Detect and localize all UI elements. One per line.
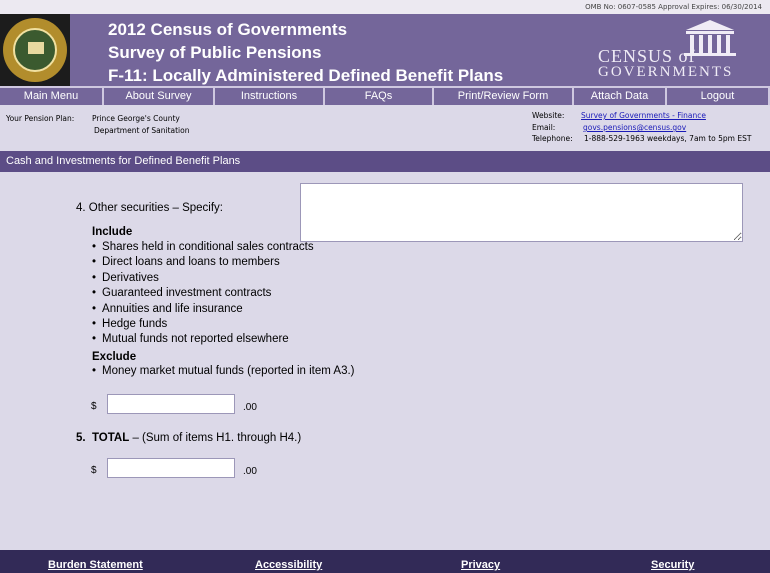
item-5-amount-input[interactable] [107, 458, 235, 478]
list-item: Annuities and life insurance [92, 302, 314, 317]
email-label: Email: [532, 123, 556, 132]
accessibility-link[interactable]: Accessibility [255, 559, 322, 571]
include-list: Shares held in conditional sales contrac… [92, 240, 314, 348]
email-link[interactable]: govs.pensions@census.gov [583, 123, 686, 132]
nav-logout[interactable]: Logout [667, 86, 770, 105]
nav-main-menu[interactable]: Main Menu [0, 86, 104, 105]
item-4-specify-input[interactable] [300, 183, 743, 242]
item-5-description: – (Sum of items H1. through H4.) [129, 432, 302, 444]
item-4-amount-input[interactable] [107, 394, 235, 414]
list-item: Direct loans and loans to members [92, 255, 314, 270]
exclude-heading: Exclude [92, 351, 137, 363]
item-5-dollar-sign: $ [91, 465, 97, 476]
plan-info-bar: Your Pension Plan: Prince George's Count… [0, 105, 770, 150]
item-5-total-label: TOTAL [91, 432, 130, 444]
item-5-label: 5. TOTAL – (Sum of items H1. through H4.… [76, 432, 301, 444]
seal-book-icon [28, 42, 44, 54]
telephone-label: Telephone: [532, 134, 573, 143]
title-line-2: Survey of Public Pensions [108, 43, 322, 62]
exclude-list: Money market mutual funds (reported in i… [92, 365, 354, 377]
section-title: Cash and Investments for Defined Benefit… [0, 151, 770, 172]
plan-name-line-2: Department of Sanitation [94, 126, 190, 135]
website-label: Website: [532, 111, 565, 120]
footer: Burden Statement Accessibility Privacy S… [0, 550, 770, 573]
nav-instructions[interactable]: Instructions [215, 86, 325, 105]
privacy-link[interactable]: Privacy [461, 559, 500, 571]
census-of-governments-logo: CENSUS of GOVERNMENTS [598, 18, 748, 80]
list-item: Derivatives [92, 271, 314, 286]
title-line-1: 2012 Census of Governments [108, 20, 348, 39]
commerce-seal-logo [0, 14, 70, 86]
title-line-3: F-11: Locally Administered Defined Benef… [108, 66, 504, 85]
seal-ring [3, 18, 67, 82]
item-5-number: 5. [76, 432, 86, 444]
item-4-dollar-sign: $ [91, 401, 97, 412]
plan-label: Your Pension Plan: [6, 114, 75, 123]
item-4-label: 4. Other securities – Specify: [76, 202, 224, 214]
security-link[interactable]: Security [651, 559, 694, 571]
item-4-cents: .00 [243, 402, 257, 413]
seal-center [13, 28, 57, 72]
nav-attach-data[interactable]: Attach Data [574, 86, 667, 105]
list-item: Hedge funds [92, 317, 314, 332]
item-5-cents: .00 [243, 466, 257, 477]
list-item: Money market mutual funds (reported in i… [92, 365, 354, 377]
survey-title: 2012 Census of Governments Survey of Pub… [108, 18, 503, 87]
omb-notice: OMB No: 0607-0585 Approval Expires: 06/3… [0, 0, 770, 14]
website-link[interactable]: Survey of Governments - Finance [581, 111, 706, 120]
plan-name-line-1: Prince George's County [92, 114, 180, 123]
main-nav: Main Menu About Survey Instructions FAQs… [0, 86, 770, 105]
list-item: Shares held in conditional sales contrac… [92, 240, 314, 255]
burden-statement-link[interactable]: Burden Statement [48, 559, 143, 571]
list-item: Mutual funds not reported elsewhere [92, 332, 314, 347]
list-item: Guaranteed investment contracts [92, 286, 314, 301]
nav-about-survey[interactable]: About Survey [104, 86, 215, 105]
form-content: 4. Other securities – Specify: Include S… [0, 172, 770, 550]
telephone-value: 1-888-529-1963 weekdays, 7am to 5pm EST [584, 134, 752, 143]
include-heading: Include [92, 226, 133, 238]
nav-print-review[interactable]: Print/Review Form [434, 86, 574, 105]
nav-faqs[interactable]: FAQs [325, 86, 434, 105]
logo-governments-text: GOVERNMENTS [598, 64, 734, 80]
